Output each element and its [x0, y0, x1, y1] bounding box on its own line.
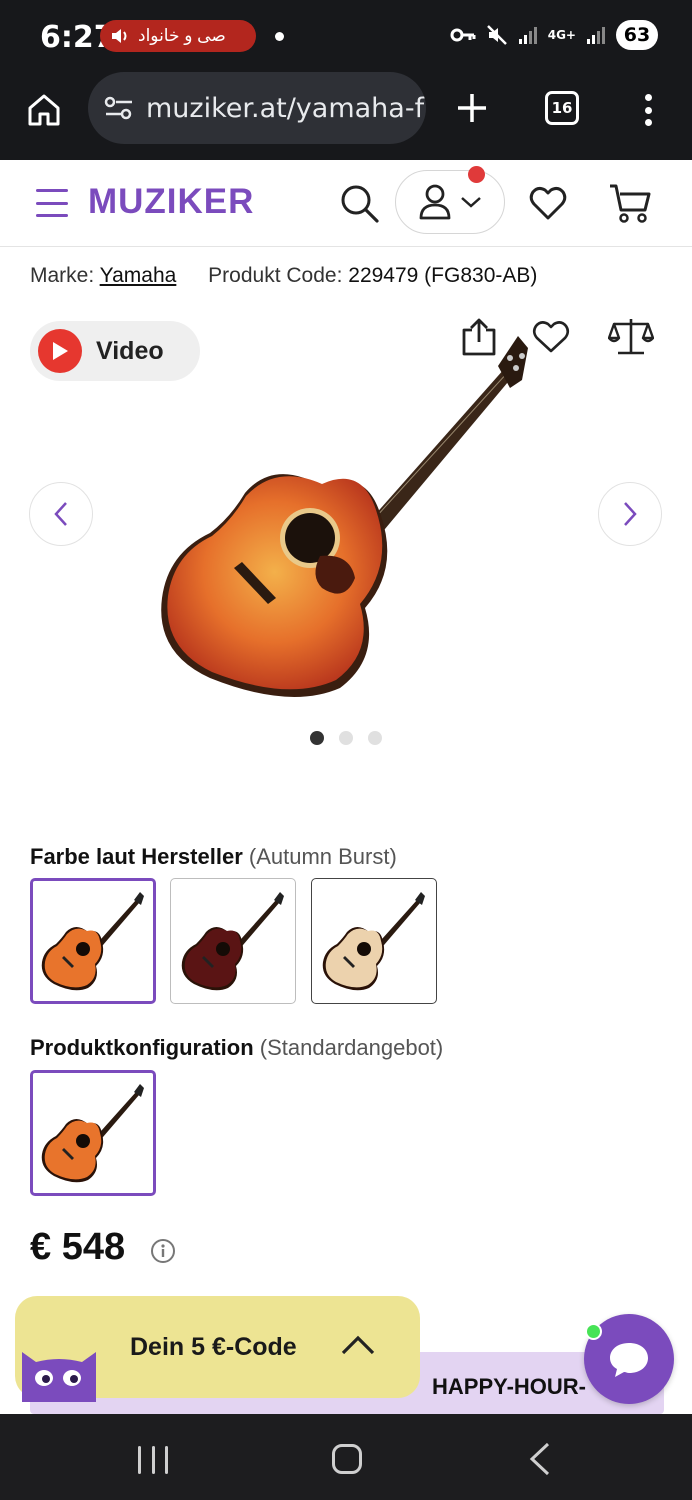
color-swatch[interactable]: [30, 878, 156, 1004]
browser-toolbar: muziker.at/yamaha-f 16: [0, 72, 692, 160]
favorite-heart-icon[interactable]: [532, 320, 570, 354]
chevron-left-icon: [54, 502, 67, 526]
notification-text: صى و خانواد: [138, 26, 226, 45]
site-header: MUZIKER: [0, 160, 692, 247]
search-icon[interactable]: [338, 182, 380, 224]
home-button[interactable]: [332, 1444, 362, 1474]
media-notification-pill[interactable]: صى و خانواد: [100, 20, 256, 52]
user-icon: [419, 184, 451, 220]
network-type: 4G+: [547, 27, 576, 42]
product-main-image[interactable]: [150, 318, 540, 708]
vpn-key-icon: [450, 28, 476, 42]
new-tab-button[interactable]: [452, 88, 492, 128]
brand-link[interactable]: Yamaha: [100, 264, 177, 287]
android-nav-bar: [0, 1414, 692, 1500]
product-price: € 548: [30, 1226, 126, 1268]
config-value: (Standardangebot): [259, 1035, 444, 1060]
info-icon[interactable]: [150, 1238, 176, 1264]
status-icons: 4G+ 63: [450, 20, 658, 50]
chat-online-indicator: [585, 1323, 602, 1340]
product-code: 229479 (FG830-AB): [348, 264, 538, 287]
color-label: Farbe laut Hersteller: [30, 844, 243, 869]
wishlist-heart-icon[interactable]: [528, 184, 568, 222]
share-icon[interactable]: [460, 318, 498, 356]
gallery-next-button[interactable]: [598, 482, 662, 546]
battery-indicator: 63: [616, 20, 658, 50]
gallery-dot[interactable]: [310, 731, 324, 745]
chevron-down-icon: [461, 197, 481, 208]
gallery-dot[interactable]: [368, 731, 382, 745]
config-label: Produktkonfiguration: [30, 1035, 254, 1060]
product-code-label: Produkt Code:: [208, 264, 343, 287]
video-label: Video: [96, 336, 164, 365]
gallery-prev-button[interactable]: [29, 482, 93, 546]
happy-hour-text: e HAPPY-HOUR-: [384, 1374, 587, 1400]
status-bar: 6:27 صى و خانواد 4G+ 63: [0, 0, 692, 72]
tab-switcher-button[interactable]: 16: [545, 91, 579, 125]
mute-icon: [486, 25, 507, 45]
speaker-icon: [112, 29, 127, 43]
url-text: muziker.at/yamaha-f: [146, 92, 425, 124]
discount-code-label: Dein 5 €-Code: [130, 1333, 297, 1361]
chevron-right-icon: [624, 502, 637, 526]
plus-icon: [458, 94, 486, 122]
product-meta: Marke: Yamaha Produkt Code: 229479 (FG83…: [30, 264, 537, 288]
chevron-up-icon[interactable]: [340, 1333, 376, 1357]
account-notification-badge: [468, 166, 485, 183]
home-icon: [28, 94, 60, 126]
config-section-label: Produktkonfiguration (Standardangebot): [30, 1035, 443, 1061]
color-swatch[interactable]: [170, 878, 296, 1004]
back-button[interactable]: [528, 1442, 552, 1476]
chat-bubble-icon: [610, 1343, 648, 1377]
color-section-label: Farbe laut Hersteller (Autumn Burst): [30, 844, 397, 870]
account-button[interactable]: [395, 170, 505, 234]
gallery-dot[interactable]: [339, 731, 353, 745]
notification-dot: [275, 32, 284, 41]
browser-home-button[interactable]: [24, 90, 64, 130]
site-settings-icon: [104, 96, 132, 120]
cart-icon[interactable]: [608, 182, 652, 224]
config-swatch-standard[interactable]: [30, 1070, 156, 1196]
site-logo[interactable]: MUZIKER: [88, 182, 254, 222]
compare-scale-icon[interactable]: [608, 316, 654, 356]
gallery-pagination: [310, 731, 382, 745]
address-bar[interactable]: muziker.at/yamaha-f: [88, 72, 426, 144]
color-value: (Autumn Burst): [248, 844, 397, 869]
mascot-cat-icon: [22, 1352, 96, 1402]
color-swatch[interactable]: [311, 878, 437, 1004]
happy-hour-label: HAPPY-HOUR-: [432, 1374, 587, 1399]
signal-icon: [518, 27, 537, 44]
brand-label: Marke:: [30, 264, 95, 287]
video-button[interactable]: Video: [30, 321, 200, 381]
recent-apps-button[interactable]: [138, 1446, 168, 1474]
hamburger-menu-icon[interactable]: [36, 189, 68, 217]
browser-menu-button[interactable]: [636, 90, 660, 130]
signal-icon-2: [587, 27, 605, 44]
play-icon: [38, 329, 82, 373]
